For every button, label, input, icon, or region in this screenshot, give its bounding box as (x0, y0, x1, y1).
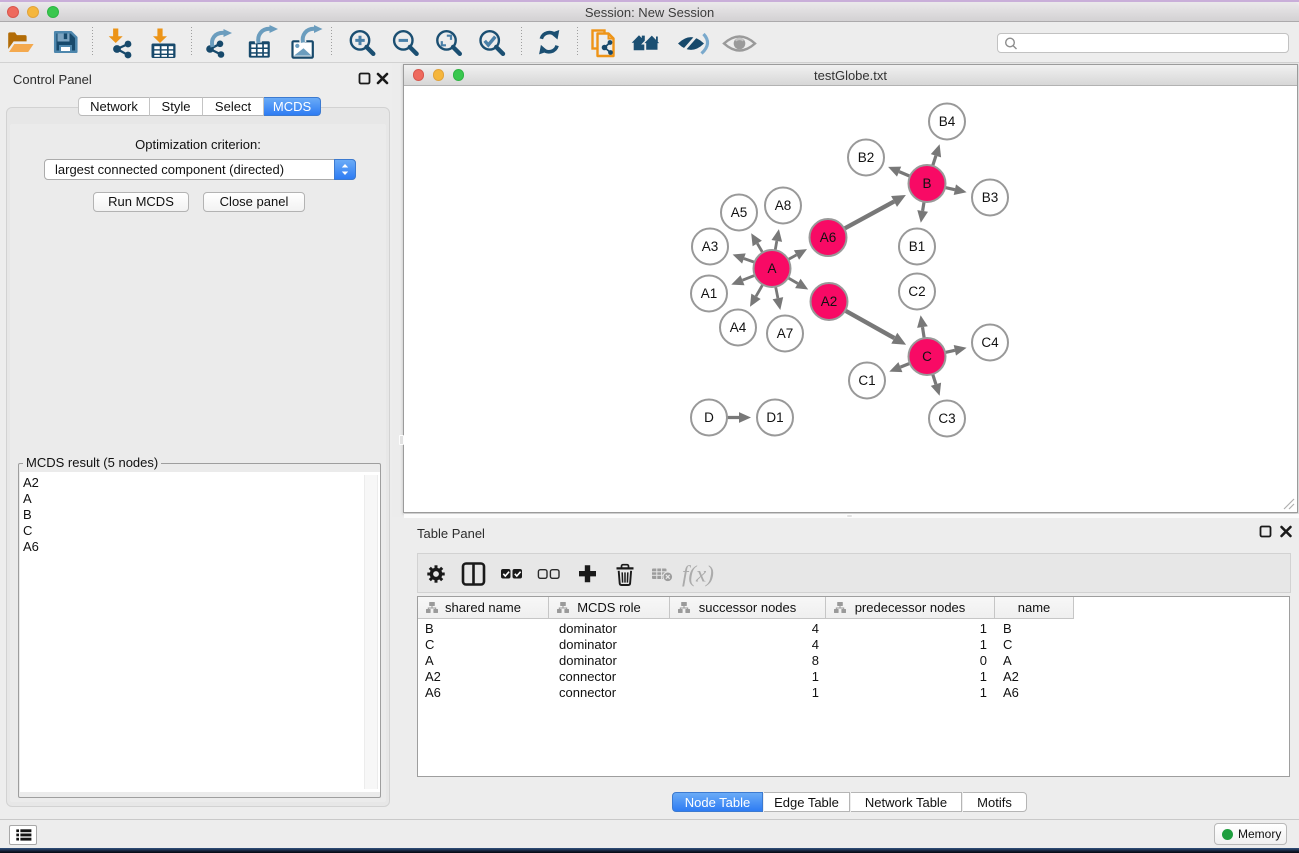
svg-text:C: C (922, 349, 932, 364)
svg-text:A7: A7 (777, 326, 794, 341)
svg-text:A8: A8 (775, 198, 792, 213)
svg-text:C4: C4 (981, 335, 999, 350)
svg-text:f(x): f(x) (682, 562, 714, 587)
svg-text:B: B (922, 176, 931, 191)
svg-text:A6: A6 (820, 230, 837, 245)
svg-text:A5: A5 (731, 205, 748, 220)
svg-text:B1: B1 (909, 239, 926, 254)
svg-text:A3: A3 (702, 239, 719, 254)
svg-text:A2: A2 (821, 294, 838, 309)
svg-text:A: A (767, 261, 776, 276)
svg-text:C2: C2 (908, 284, 925, 299)
svg-text:B4: B4 (939, 114, 956, 129)
svg-text:B3: B3 (982, 190, 999, 205)
svg-text:C1: C1 (858, 373, 875, 388)
svg-text:D1: D1 (766, 410, 783, 425)
svg-text:C3: C3 (938, 411, 955, 426)
svg-text:A1: A1 (701, 286, 718, 301)
svg-text:A4: A4 (730, 320, 747, 335)
svg-text:D: D (704, 410, 714, 425)
svg-text:B2: B2 (858, 150, 875, 165)
